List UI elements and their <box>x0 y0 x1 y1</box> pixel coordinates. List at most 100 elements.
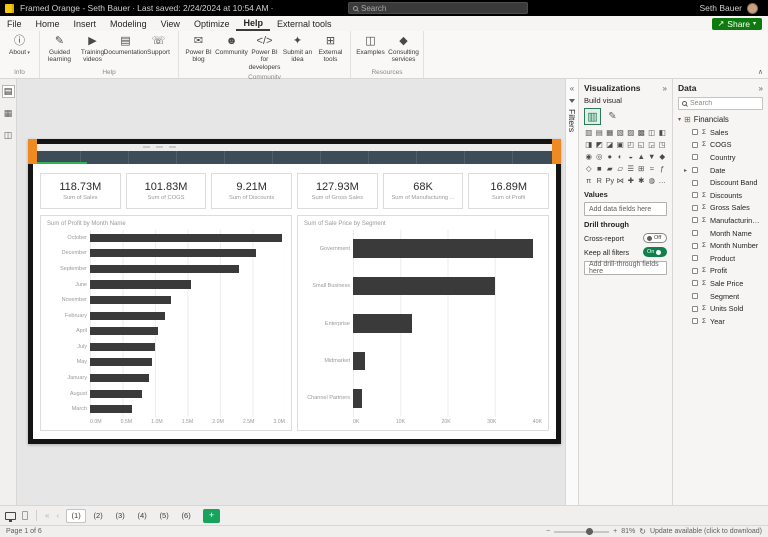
visual-type-icon[interactable]: R <box>595 175 605 186</box>
bar-row[interactable]: October <box>47 230 285 246</box>
field-row[interactable]: Σ Units Sold <box>678 302 763 315</box>
chevron-down-icon[interactable]: ▾ <box>678 116 681 123</box>
examples-button[interactable]: ◫ Examples <box>354 33 387 58</box>
menu-insert[interactable]: Insert <box>67 16 104 31</box>
build-visual-tab[interactable]: ▥ <box>584 108 601 125</box>
data-search-input[interactable] <box>690 100 759 107</box>
table-view-icon[interactable]: ▦ <box>2 107 15 120</box>
field-checkbox[interactable] <box>692 230 698 237</box>
menu-home[interactable]: Home <box>29 16 67 31</box>
bar-row[interactable]: Midmarket <box>304 342 542 379</box>
mobile-view-icon[interactable] <box>22 511 28 520</box>
bar-row[interactable]: August <box>47 386 285 402</box>
bar[interactable] <box>90 373 149 383</box>
cross-report-toggle[interactable]: Off <box>643 233 667 243</box>
visual-type-icon[interactable]: ◰ <box>626 139 636 150</box>
field-checkbox[interactable] <box>692 305 698 312</box>
visual-type-icon[interactable]: ◧ <box>658 127 668 138</box>
menu-modeling[interactable]: Modeling <box>103 16 154 31</box>
visual-type-icon[interactable]: … <box>658 175 668 186</box>
menu-help[interactable]: Help <box>236 16 270 31</box>
bar-row[interactable]: June <box>47 277 285 293</box>
field-row[interactable]: Discount Band <box>678 176 763 189</box>
visual-type-icon[interactable]: ◳ <box>658 139 668 150</box>
visual-type-icon[interactable]: π <box>584 175 594 186</box>
page-tab[interactable]: (2) <box>88 509 108 523</box>
documentation-button[interactable]: ▤ Documentation <box>104 33 148 58</box>
field-row[interactable]: Σ Month Number <box>678 239 763 252</box>
bar[interactable] <box>90 264 240 273</box>
zoom-in-button[interactable]: + <box>613 528 617 535</box>
collapse-pane-icon[interactable]: » <box>663 84 667 93</box>
visual-type-icon[interactable]: ⋈ <box>616 175 626 186</box>
field-checkbox[interactable] <box>692 167 698 174</box>
field-checkbox[interactable] <box>692 154 698 161</box>
bar-row[interactable]: November <box>47 292 285 308</box>
filters-pane-collapsed[interactable]: « Filters <box>565 79 578 505</box>
menu-external-tools[interactable]: External tools <box>270 16 339 31</box>
new-page-button[interactable]: + <box>203 508 221 523</box>
field-checkbox[interactable] <box>692 217 698 224</box>
visual-type-icon[interactable]: ◫ <box>647 127 657 138</box>
search-input[interactable] <box>361 3 523 13</box>
field-checkbox[interactable] <box>692 318 698 325</box>
page-tab[interactable]: (5) <box>154 509 174 523</box>
bar[interactable] <box>90 342 155 351</box>
page-tab[interactable]: (6) <box>176 509 196 523</box>
zoom-slider[interactable] <box>554 528 610 535</box>
about-button[interactable]: ⓘ About <box>3 33 36 59</box>
field-row[interactable]: Σ Discounts <box>678 189 763 202</box>
avatar[interactable] <box>747 2 758 14</box>
field-row[interactable]: Month Name <box>678 227 763 240</box>
field-row[interactable]: Σ COGS <box>678 139 763 152</box>
field-row[interactable]: Σ Year <box>678 315 763 328</box>
field-checkbox[interactable] <box>692 242 698 249</box>
bar[interactable] <box>353 276 495 296</box>
bar[interactable] <box>353 351 365 371</box>
bar-row[interactable]: May <box>47 355 285 371</box>
share-button[interactable]: ↗ Share ▾ <box>711 17 762 30</box>
visual-type-icon[interactable]: ◱ <box>637 139 647 150</box>
visual-type-icon[interactable]: ▣ <box>616 139 626 150</box>
values-field-well[interactable]: Add data fields here <box>584 202 667 216</box>
bar-row[interactable]: July <box>47 339 285 355</box>
visual-type-icon[interactable]: ◐ <box>616 151 626 162</box>
visual-type-icon[interactable]: ▲ <box>637 151 647 162</box>
bar-row[interactable]: March <box>47 401 285 417</box>
bar-row[interactable]: Enterprise <box>304 305 542 342</box>
visual-type-icon[interactable]: ☰ <box>626 163 636 174</box>
previous-page-icon[interactable]: ‹ <box>54 511 61 520</box>
update-available-link[interactable]: Update available (click to download) <box>650 528 762 535</box>
visual-type-icon[interactable]: ▱ <box>616 163 626 174</box>
field-checkbox[interactable] <box>692 179 698 186</box>
bar[interactable] <box>353 314 413 333</box>
visual-type-icon[interactable]: ƒ <box>658 163 668 174</box>
bar[interactable] <box>90 311 165 320</box>
visual-type-icon[interactable]: Py <box>605 175 615 186</box>
field-checkbox[interactable] <box>692 255 698 262</box>
zoom-slider-thumb[interactable] <box>586 528 594 535</box>
submit-an-idea-button[interactable]: ✦ Submit an idea <box>281 33 314 66</box>
bar[interactable] <box>90 233 282 242</box>
desktop-view-icon[interactable] <box>5 511 16 522</box>
visual-type-icon[interactable]: ● <box>605 151 615 162</box>
field-row[interactable]: Country <box>678 151 763 164</box>
field-checkbox[interactable] <box>692 129 698 136</box>
bar[interactable] <box>90 280 191 289</box>
power-bi-for-developers-button[interactable]: </> Power BI for developers <box>248 33 281 73</box>
menu-view[interactable]: View <box>154 16 187 31</box>
power-bi-blog-button[interactable]: ✉ Power BI blog <box>182 33 215 66</box>
visual-type-icon[interactable]: ⊞ <box>637 163 647 174</box>
collapse-pane-icon[interactable]: » <box>759 84 763 93</box>
report-page[interactable]: 118.73M Sum of Sales 101.83M Sum of COGS… <box>28 139 561 444</box>
chart-profit-by-month[interactable]: Sum of Profit by Month Name October Decem… <box>40 215 292 431</box>
bar-row[interactable]: December <box>47 246 285 262</box>
visual-type-icon[interactable]: ◩ <box>595 139 605 150</box>
visual-type-icon[interactable]: ▼ <box>647 151 657 162</box>
drill-through-field-well[interactable]: Add drill-through fields here <box>584 261 667 275</box>
kpi-card[interactable]: 9.21M Sum of Discounts <box>211 173 293 209</box>
bar[interactable] <box>90 405 133 414</box>
bar-row[interactable]: January <box>47 370 285 386</box>
bar[interactable] <box>90 327 159 336</box>
bar-row[interactable]: Small Business <box>304 267 542 304</box>
